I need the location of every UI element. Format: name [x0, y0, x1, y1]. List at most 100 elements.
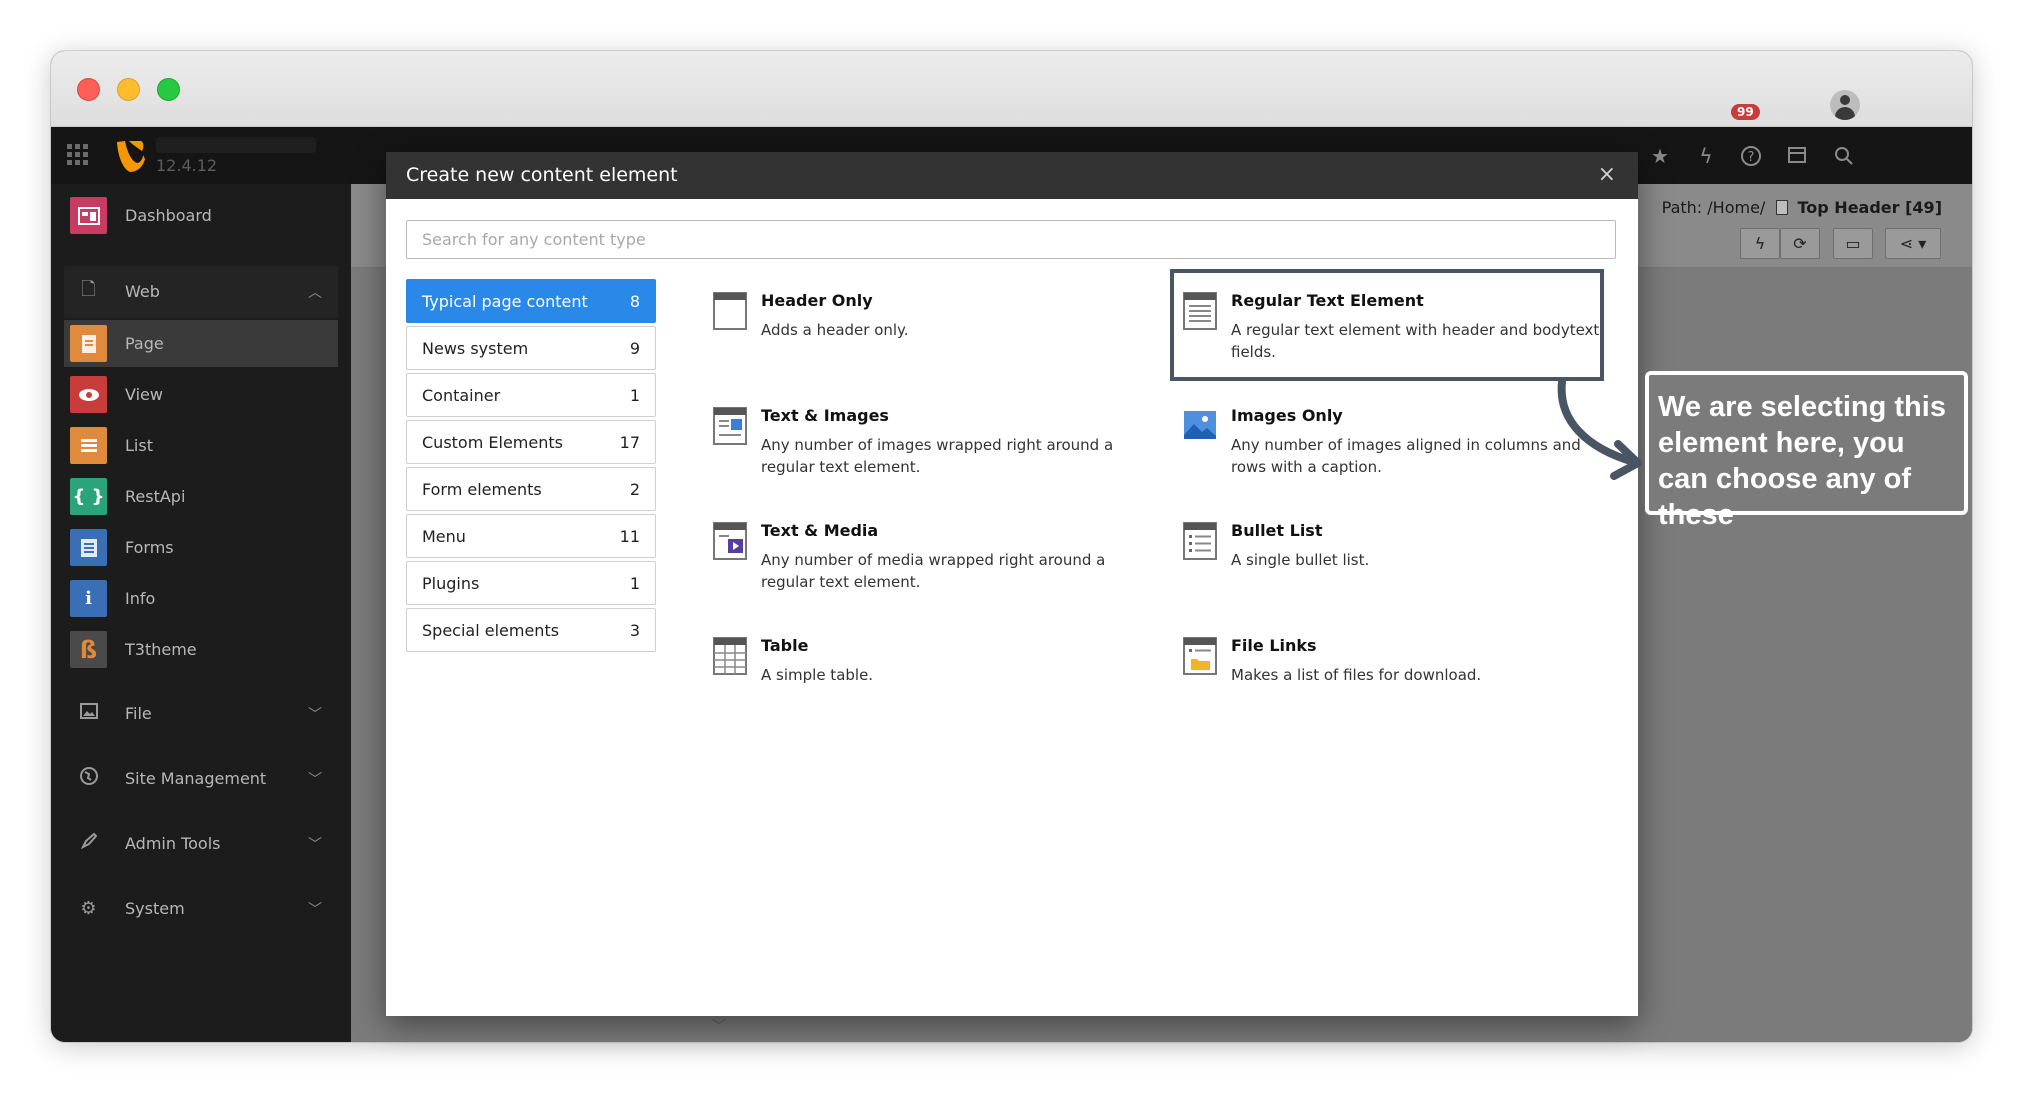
sidebar-group-file[interactable]: File ﹀: [64, 690, 338, 737]
sidebar-group-label: File: [125, 704, 152, 723]
element-title: Header Only: [761, 291, 873, 310]
chevron-down-icon: ﹀: [308, 771, 322, 788]
category-list: Typical page content 8 News system 9 Con…: [406, 279, 656, 655]
category-count: 3: [629, 620, 640, 640]
flash-button[interactable]: ϟ: [1740, 228, 1780, 259]
close-window-button[interactable]: [77, 78, 100, 101]
help-icon[interactable]: ?: [1739, 144, 1763, 168]
sidebar-item-label: RestApi: [125, 487, 186, 506]
annotation-callout: We are selecting this element here, you …: [1645, 371, 1968, 531]
modal-title: Create new content element: [406, 164, 678, 186]
sidebar-item-label: View: [125, 385, 163, 404]
maximize-window-button[interactable]: [157, 78, 180, 101]
sidebar-group-admin-tools[interactable]: Admin Tools ﹀: [64, 820, 338, 867]
sidebar-item-list[interactable]: List: [64, 422, 338, 469]
sidebar-item-t3theme[interactable]: ß T3theme: [64, 626, 338, 673]
category-label: Custom Elements: [422, 432, 563, 452]
element-description: Adds a header only.: [761, 321, 909, 339]
sidebar-group-system[interactable]: ⚙ System ﹀: [64, 885, 338, 932]
svg-text:?: ?: [1748, 150, 1755, 165]
category-custom-elements[interactable]: Custom Elements 17: [406, 420, 656, 464]
category-form-elements[interactable]: Form elements 2: [406, 467, 656, 511]
category-count: 8: [629, 291, 640, 311]
sidebar-item-label: Info: [125, 589, 156, 608]
search-icon[interactable]: [1832, 144, 1856, 168]
element-title: Text & Media: [761, 521, 879, 540]
chevron-down-icon: ﹀: [308, 836, 322, 853]
category-container[interactable]: Container 1: [406, 373, 656, 417]
forms-icon: [70, 529, 107, 566]
app-grid-icon[interactable]: [67, 144, 88, 165]
t3theme-icon: ß: [70, 631, 107, 668]
category-typical-page-content[interactable]: Typical page content 8: [406, 279, 656, 323]
page-icon: [70, 325, 107, 362]
element-description: Makes a list of files for download.: [1231, 666, 1482, 684]
user-avatar-icon[interactable]: [1830, 90, 1860, 120]
rocket-icon: [70, 832, 107, 855]
category-count: 11: [619, 526, 640, 546]
text-media-icon: [713, 522, 747, 560]
system-info-icon[interactable]: [1785, 144, 1809, 168]
category-count: 1: [629, 573, 640, 593]
category-count: 17: [619, 432, 640, 452]
typo3-logo-icon[interactable]: [115, 139, 145, 173]
path-label: Path: /Home/: [1661, 198, 1766, 217]
gear-icon: ⚙: [80, 898, 97, 919]
category-special-elements[interactable]: Special elements 3: [406, 608, 656, 652]
element-title: Table: [761, 636, 809, 655]
bookmark-star-icon[interactable]: ★: [1648, 144, 1672, 168]
category-label: Typical page content: [422, 291, 588, 311]
sidebar-item-label: List: [125, 436, 153, 455]
bullet-list-icon: [1183, 522, 1217, 560]
chevron-down-icon: ﹀: [308, 901, 322, 918]
category-count: 1: [629, 385, 640, 405]
category-count: 2: [629, 479, 640, 499]
category-label: Container: [422, 385, 501, 405]
category-label: Menu: [422, 526, 466, 546]
sidebar-item-info[interactable]: i Info: [64, 575, 338, 622]
category-count: 9: [629, 338, 640, 358]
chevron-down-icon: ﹀: [308, 706, 322, 723]
element-description: Any number of images wrapped right aroun…: [761, 436, 1114, 476]
shortcut-button[interactable]: ▭: [1833, 228, 1873, 259]
category-plugins[interactable]: Plugins 1: [406, 561, 656, 605]
page-title[interactable]: Top Header [49]: [1798, 198, 1943, 217]
element-description: Any number of images aligned in columns …: [1231, 436, 1581, 476]
sidebar-item-forms[interactable]: Forms: [64, 524, 338, 571]
flash-cache-icon[interactable]: ϟ: [1694, 144, 1718, 168]
notification-badge: 99: [1731, 104, 1760, 120]
restapi-icon: { }: [70, 478, 107, 515]
list-icon: [70, 427, 107, 464]
sidebar-group-label: Admin Tools: [125, 834, 221, 853]
view-icon: [70, 376, 107, 413]
images-only-icon: [1184, 411, 1216, 439]
share-button[interactable]: ⋖ ▾: [1885, 228, 1941, 259]
curved-arrow-icon: [1557, 380, 1642, 480]
sidebar-item-page[interactable]: Page: [64, 320, 338, 367]
search-input[interactable]: [406, 220, 1616, 259]
element-description: A single bullet list.: [1231, 551, 1370, 569]
reload-button[interactable]: ⟳: [1780, 228, 1820, 259]
sidebar-item-dashboard[interactable]: Dashboard: [64, 192, 338, 239]
sidebar-item-restapi[interactable]: { } RestApi: [64, 473, 338, 520]
sidebar-item-label: Dashboard: [125, 206, 212, 225]
category-label: Plugins: [422, 573, 480, 593]
element-title: Images Only: [1231, 406, 1343, 425]
info-icon: i: [70, 580, 107, 617]
sidebar-item-view[interactable]: View: [64, 371, 338, 418]
element-description: Any number of media wrapped right around…: [761, 551, 1106, 591]
chevron-up-icon: ︿: [308, 284, 322, 301]
minimize-window-button[interactable]: [117, 78, 140, 101]
close-icon[interactable]: ×: [1598, 162, 1616, 187]
selection-highlight: [1170, 269, 1604, 381]
header-only-icon: [713, 292, 747, 330]
sidebar-group-web[interactable]: 🗋 Web ︿: [64, 268, 338, 315]
category-menu[interactable]: Menu 11: [406, 514, 656, 558]
module-sidebar: Dashboard 🗋 Web ︿ Page View List {} Res…: [51, 184, 351, 1042]
chevron-down-icon[interactable]: ﹀: [712, 1016, 726, 1036]
element-description: A simple table.: [761, 666, 874, 684]
category-news-system[interactable]: News system 9: [406, 326, 656, 370]
table-icon: [713, 637, 747, 675]
dashboard-icon: [70, 197, 107, 234]
sidebar-group-site-management[interactable]: Site Management ﹀: [64, 755, 338, 802]
